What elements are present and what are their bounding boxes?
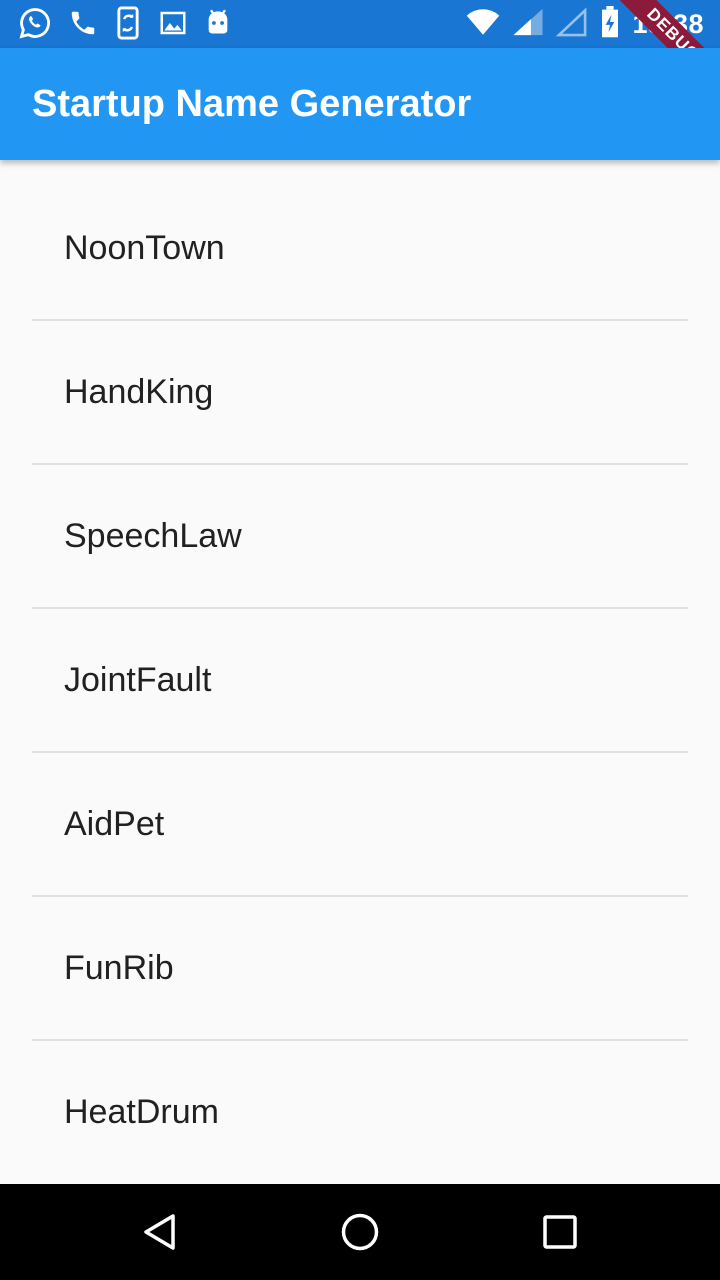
system-icons: 18:38 [466,6,704,43]
phone-icon [68,8,98,38]
list-item-label: HeatDrum [64,1093,219,1131]
list-item[interactable]: NoonTown [32,160,688,304]
list-item[interactable]: FunRib [32,880,688,1024]
startup-name-list[interactable]: NoonTown HandKing SpeechLaw JointFault A… [0,160,720,1184]
list-item-label: SpeechLaw [64,517,242,555]
page-title: Startup Name Generator [32,83,472,125]
wifi-icon [466,7,500,42]
list-item[interactable]: SpeechLaw [32,448,688,592]
image-icon [158,8,188,38]
list-item-label: FunRib [64,949,174,987]
list-item-label: NoonTown [64,229,225,267]
signal-empty-icon [556,7,588,42]
list-item[interactable]: JointFault [32,592,688,736]
app-bar: Startup Name Generator [0,48,720,160]
battery-charging-icon [600,6,620,43]
list-item-label: JointFault [64,661,212,699]
android-icon [204,8,232,38]
back-icon[interactable] [140,1212,180,1252]
screen-rotation-icon [114,6,142,40]
list-item[interactable]: HandKing [32,304,688,448]
status-clock: 18:38 [632,9,704,39]
list-item[interactable]: AidPet [32,736,688,880]
home-icon[interactable] [340,1212,380,1252]
notification-icons [18,6,232,40]
list-item[interactable]: HeatDrum [32,1024,688,1168]
status-bar: 18:38 [0,0,720,48]
navigation-bar [0,1184,720,1280]
signal-icon [512,7,544,42]
recents-icon[interactable] [542,1212,582,1252]
whatsapp-icon [18,6,52,40]
list-item-label: HandKing [64,373,214,411]
list-item-label: AidPet [64,805,165,843]
